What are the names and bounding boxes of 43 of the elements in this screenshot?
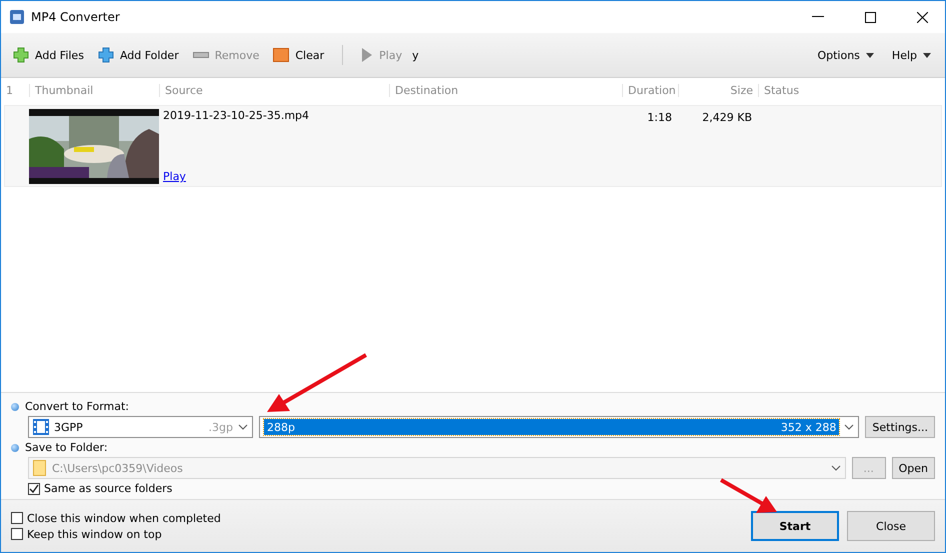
toolbar-button[interactable]: Add Files xyxy=(9,45,88,65)
bullet-icon xyxy=(11,402,19,410)
plus-icon xyxy=(13,47,29,63)
close-icon xyxy=(916,12,928,22)
settings-button[interactable]: Settings... xyxy=(865,416,935,438)
checkbox-label: Keep this window on top xyxy=(27,528,162,540)
caret-icon xyxy=(866,52,874,58)
format-dropdown[interactable]: 3GPP .3gp xyxy=(28,416,253,438)
film-icon xyxy=(33,419,49,435)
play-icon xyxy=(361,47,374,63)
window-title: MP4 Converter xyxy=(31,10,121,24)
format-label: Convert to Format: xyxy=(25,400,130,413)
checkbox-label: Close this window when completed xyxy=(27,512,221,524)
dialog-button[interactable]: Start xyxy=(751,511,839,541)
pointer-arrow xyxy=(720,478,777,513)
chevron-icon xyxy=(844,424,854,430)
clear-icon xyxy=(273,48,290,62)
file-name: 2019-11-23-10-25-35.mp4 xyxy=(163,109,310,122)
checkbox[interactable] xyxy=(11,512,23,524)
plus-icon xyxy=(98,47,114,63)
folder-icon xyxy=(33,460,46,476)
app-icon xyxy=(9,9,25,25)
toolbar-button[interactable]: Clear xyxy=(269,46,328,64)
toolbar-text: y xyxy=(412,48,419,62)
caret-icon xyxy=(923,52,931,58)
folder-label: Save to Folder: xyxy=(25,441,108,454)
minus-icon xyxy=(192,51,209,59)
menu-button[interactable]: Options xyxy=(811,46,880,64)
play-link[interactable]: Play xyxy=(163,170,385,183)
bullet-icon xyxy=(11,444,19,452)
file-row[interactable]: 2019-11-23-10-25-35.mp4 Play 1:18 2,429 KB xyxy=(4,105,942,187)
size-cell-text: 2,429 KB xyxy=(701,110,753,126)
toolbar-button[interactable]: Add Folder xyxy=(94,45,183,65)
menu-button[interactable]: Help xyxy=(886,46,937,64)
maximize-icon xyxy=(864,12,876,22)
dialog-button[interactable]: Close xyxy=(847,511,935,541)
preset-dropdown[interactable]: 288p 352 x 288 xyxy=(259,416,860,438)
checkbox-label: Same as source folders xyxy=(44,482,172,495)
chevron-icon xyxy=(830,465,841,471)
checkbox[interactable] xyxy=(11,528,23,540)
duration-cell-text: 1:18 xyxy=(646,110,673,126)
minimize-icon xyxy=(812,16,824,18)
chevron-icon xyxy=(238,424,248,430)
